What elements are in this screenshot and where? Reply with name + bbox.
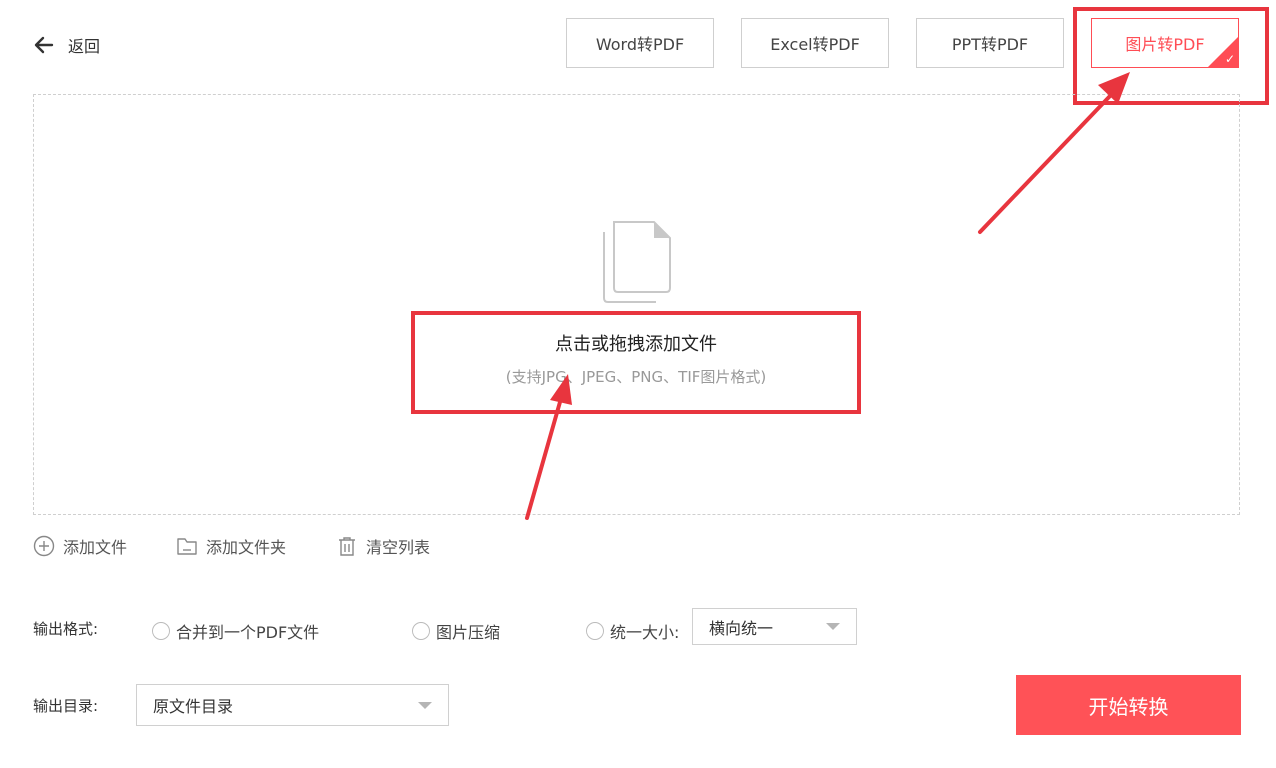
plus-circle-icon: [33, 535, 55, 557]
chevron-down-icon: [418, 701, 432, 709]
arrow-head: [550, 374, 572, 405]
uniform-size-radio[interactable]: 统一大小:: [586, 619, 679, 643]
add-file-button[interactable]: 添加文件: [33, 534, 127, 558]
clear-list-button[interactable]: 清空列表: [336, 534, 430, 558]
radio-circle: [412, 622, 430, 640]
radio-label: 图片压缩: [436, 623, 501, 642]
output-dir-label: 输出目录:: [33, 697, 99, 715]
select-value: 原文件目录: [153, 697, 234, 716]
size-orientation-select[interactable]: 横向统一: [692, 608, 857, 645]
select-value: 横向统一: [709, 618, 774, 638]
add-folder-button[interactable]: 添加文件夹: [176, 534, 286, 558]
compress-image-radio[interactable]: 图片压缩: [412, 619, 500, 643]
trash-icon: [339, 537, 355, 556]
folder-icon: [177, 538, 197, 555]
annotation-arrows: [525, 72, 1130, 520]
output-format-label: 输出格式:: [33, 620, 99, 638]
arrow-head: [1098, 72, 1130, 104]
clear-list-label: 清空列表: [366, 538, 431, 557]
radio-circle: [586, 622, 604, 640]
add-folder-label: 添加文件夹: [206, 538, 287, 557]
radio-label: 统一大小:: [610, 623, 680, 642]
chevron-down-icon: [826, 623, 840, 630]
merge-pdf-radio[interactable]: 合并到一个PDF文件: [152, 619, 319, 643]
radio-label: 合并到一个PDF文件: [176, 623, 320, 642]
radio-circle: [152, 622, 170, 640]
output-dir-select[interactable]: 原文件目录: [136, 684, 449, 726]
add-file-label: 添加文件: [63, 538, 128, 557]
start-convert-button[interactable]: 开始转换: [1016, 675, 1241, 735]
